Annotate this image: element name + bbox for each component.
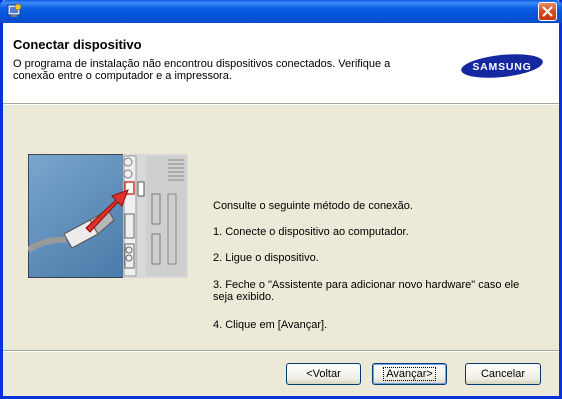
installer-icon [7, 3, 22, 17]
header-divider [3, 103, 559, 105]
next-button[interactable]: Avançar> [372, 363, 447, 385]
usb-connection-illustration [28, 154, 188, 278]
instruction-step-2: 2. Ligue o dispositivo. [213, 252, 319, 264]
instruction-step-1: 1. Conecte o dispositivo ao computador. [213, 226, 409, 238]
header-description: O programa de instalação não encontrou d… [13, 58, 391, 82]
close-button[interactable] [538, 2, 557, 21]
back-button[interactable]: <Voltar [286, 363, 361, 385]
footer-divider [3, 350, 559, 352]
instruction-step-3: 3. Feche o "Assistente para adicionar no… [213, 279, 520, 303]
installer-dialog: Conectar dispositivo O programa de insta… [0, 0, 562, 399]
page-title: Conectar dispositivo [13, 37, 142, 52]
cancel-button[interactable]: Cancelar [465, 363, 541, 385]
samsung-logo-text: SAMSUNG [472, 61, 531, 73]
next-button-label: Avançar> [383, 367, 436, 381]
dialog-header: Conectar dispositivo O programa de insta… [3, 23, 559, 103]
title-bar[interactable] [0, 0, 562, 23]
instructions-intro: Consulte o seguinte método de conexão. [213, 200, 413, 212]
samsung-logo: SAMSUNG [461, 54, 543, 78]
close-icon [542, 6, 553, 17]
instruction-step-4: 4. Clique em [Avançar]. [213, 319, 328, 331]
